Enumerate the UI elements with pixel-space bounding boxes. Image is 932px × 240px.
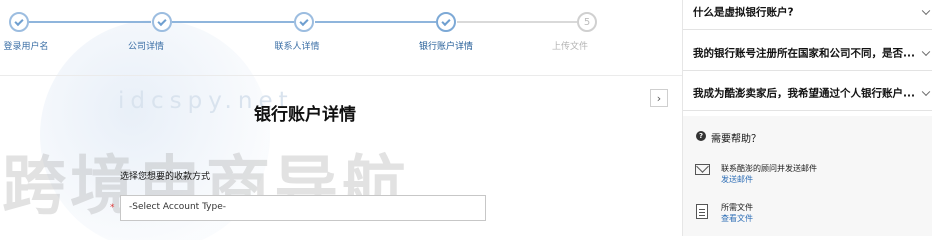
- send-email-link[interactable]: 发送邮件: [721, 174, 753, 185]
- step-1-label: 登录用户名: [3, 42, 49, 52]
- step-4-circle: [436, 12, 456, 32]
- step-1-circle: [9, 12, 29, 32]
- step-5-label: 上传文件: [551, 42, 589, 52]
- next-button[interactable]: ›: [650, 89, 668, 107]
- step-connector: [172, 21, 294, 23]
- step-5-circle: 5: [577, 12, 597, 32]
- help-panel: ? 需要帮助？ 联系酷澎的顾问并发送邮件 发送邮件 所需文件 查看文件: [683, 116, 932, 236]
- step-2-label: 公司详情: [127, 42, 165, 52]
- mail-icon: [695, 164, 710, 175]
- check-icon: [14, 16, 24, 26]
- step-4-label: 银行账户详情: [418, 42, 474, 52]
- help-title: 需要帮助？: [711, 134, 761, 145]
- chevron-down-icon: [921, 47, 931, 56]
- account-type-select[interactable]: -Select Account Type-: [120, 195, 486, 221]
- question-icon: ?: [696, 131, 706, 141]
- account-type-label: 选择您想要的收款方式: [120, 172, 211, 182]
- step-connector: [457, 21, 577, 23]
- view-docs-link[interactable]: 查看文件: [721, 213, 753, 224]
- page-title: 银行账户详情: [254, 105, 356, 125]
- faq-question: 什么是虚拟银行账户?: [693, 6, 794, 18]
- progress-stepper: 登录用户名 公司详情 联系人详情 银行账户详情 5 上传文件: [0, 0, 682, 70]
- step-5-number: 5: [583, 16, 591, 28]
- check-icon: [299, 16, 309, 26]
- required-mark: *: [110, 203, 115, 213]
- faq-item-country-mismatch[interactable]: 我的银行账号注册所在国家和公司不同，是否...: [683, 35, 932, 71]
- faq-item-virtual-account[interactable]: 什么是虚拟银行账户?: [683, 0, 932, 30]
- faq-question: 我成为酷澎卖家后，我希望通过个人银行账户...: [693, 87, 915, 99]
- stepper-divider: [0, 75, 682, 76]
- step-3-label: 联系人详情: [274, 42, 320, 52]
- chevron-down-icon: [921, 87, 931, 96]
- check-icon: [157, 16, 167, 26]
- help-sidebar: 什么是虚拟银行账户? 我的银行账号注册所在国家和公司不同，是否... 我成为酷澎…: [682, 0, 932, 236]
- chevron-right-icon: ›: [656, 91, 662, 105]
- chevron-down-icon: [921, 6, 931, 15]
- faq-item-personal-account[interactable]: 我成为酷澎卖家后，我希望通过个人银行账户...: [683, 75, 932, 111]
- step-2-circle: [152, 12, 172, 32]
- faq-question: 我的银行账号注册所在国家和公司不同，是否...: [693, 47, 915, 59]
- step-connector: [28, 21, 151, 23]
- step-connector: [315, 21, 436, 23]
- contact-text: 联系酷澎的顾问并发送邮件: [721, 164, 817, 173]
- check-icon: [441, 16, 451, 26]
- docs-text: 所需文件: [721, 203, 753, 212]
- step-3-circle: [294, 12, 314, 32]
- document-icon: [696, 204, 708, 219]
